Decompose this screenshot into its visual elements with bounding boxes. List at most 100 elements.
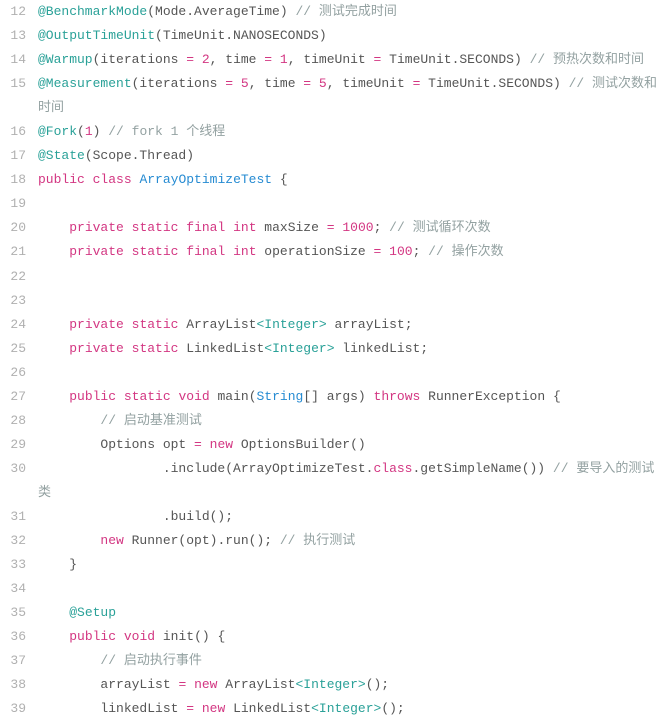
line-number: 24 (0, 313, 34, 337)
code-line: 17@State(Scope.Thread) (0, 144, 670, 168)
code-token (311, 76, 319, 91)
line-number: 35 (0, 601, 34, 625)
code-token: new (194, 677, 217, 692)
code-token: [] args) (303, 389, 373, 404)
code-token (85, 172, 93, 187)
code-content: private static final int operationSize =… (34, 240, 670, 264)
line-number: 28 (0, 409, 34, 433)
code-token: private (69, 317, 124, 332)
code-token: 5 (319, 76, 327, 91)
code-line: 26 (0, 361, 670, 385)
code-token: static (124, 389, 171, 404)
line-number: 39 (0, 697, 34, 721)
code-token: 100 (389, 244, 412, 259)
code-token: ( (77, 124, 85, 139)
code-token (38, 605, 69, 620)
code-token: TimeUnit.SECONDS) (381, 52, 529, 67)
code-token: <Integer> (256, 317, 326, 332)
code-token: new (100, 533, 123, 548)
code-token: ArrayList (178, 317, 256, 332)
code-token: (Mode.AverageTime) (147, 4, 295, 19)
line-number: 29 (0, 433, 34, 457)
code-content: .build(); (34, 505, 670, 529)
code-token: OptionsBuilder() (233, 437, 366, 452)
code-line: 28 // 启动基准测试 (0, 409, 670, 433)
line-number: 17 (0, 144, 34, 168)
code-content: // 启动基准测试 (34, 409, 670, 433)
code-token: 5 (241, 76, 249, 91)
line-number: 23 (0, 289, 34, 313)
code-line: 22 (0, 265, 670, 289)
code-line: 12@BenchmarkMode(Mode.AverageTime) // 测试… (0, 0, 670, 24)
code-token: String (257, 389, 304, 404)
code-token (194, 52, 202, 67)
code-token (124, 317, 132, 332)
code-token (186, 677, 194, 692)
code-token: private (69, 220, 124, 235)
code-token: (); (366, 677, 389, 692)
code-token: arrayList (38, 677, 178, 692)
code-line: 36 public void init() { (0, 625, 670, 649)
code-token: // 执行测试 (280, 533, 355, 548)
code-content: @State(Scope.Thread) (34, 144, 670, 168)
code-token: @BenchmarkMode (38, 4, 147, 19)
code-token (124, 341, 132, 356)
code-token: <Integer> (311, 701, 381, 716)
code-token: = (186, 701, 194, 716)
code-line: 29 Options opt = new OptionsBuilder() (0, 433, 670, 457)
code-token: 1000 (342, 220, 373, 235)
code-token (194, 701, 202, 716)
code-token: LinkedList (225, 701, 311, 716)
code-token: ArrayOptimizeTest (139, 172, 272, 187)
code-line: 16@Fork(1) // fork 1 个线程 (0, 120, 670, 144)
line-number: 19 (0, 192, 34, 216)
code-token (124, 244, 132, 259)
line-number: 34 (0, 577, 34, 601)
code-content: arrayList = new ArrayList<Integer>(); (34, 673, 670, 697)
code-token: , time (249, 76, 304, 91)
line-number: 22 (0, 265, 34, 289)
line-number: 37 (0, 649, 34, 673)
line-number: 26 (0, 361, 34, 385)
code-content: @Setup (34, 601, 670, 625)
code-token (38, 244, 69, 259)
code-content: } (34, 553, 670, 577)
code-token: class (373, 461, 412, 476)
code-token: ; (413, 244, 429, 259)
code-token (225, 244, 233, 259)
code-token: Options opt (38, 437, 194, 452)
code-token: RunnerException { (420, 389, 560, 404)
code-line: 37 // 启动执行事件 (0, 649, 670, 673)
code-token: = (327, 220, 335, 235)
code-token: // 操作次数 (428, 244, 503, 259)
code-token (272, 52, 280, 67)
code-token: , timeUnit (288, 52, 374, 67)
code-content: @Fork(1) // fork 1 个线程 (34, 120, 670, 144)
code-token: .include(ArrayOptimizeTest. (38, 461, 373, 476)
code-content: // 启动执行事件 (34, 649, 670, 673)
code-token: } (38, 557, 77, 572)
code-token: int (233, 244, 256, 259)
code-line: 39 linkedList = new LinkedList<Integer>(… (0, 697, 670, 721)
code-token: @OutputTimeUnit (38, 28, 155, 43)
code-token: public (38, 172, 85, 187)
code-token: ArrayList (217, 677, 295, 692)
code-line: 34 (0, 577, 670, 601)
line-number: 31 (0, 505, 34, 529)
code-content: @Warmup(iterations = 2, time = 1, timeUn… (34, 48, 670, 72)
code-content: public static void main(String[] args) t… (34, 385, 670, 409)
code-token: (); (381, 701, 404, 716)
line-number: 16 (0, 120, 34, 144)
code-token: (iterations (93, 52, 187, 67)
code-content: Options opt = new OptionsBuilder() (34, 433, 670, 457)
line-number: 14 (0, 48, 34, 72)
code-token (38, 220, 69, 235)
code-token: operationSize (257, 244, 374, 259)
code-token: private (69, 341, 124, 356)
code-token (116, 629, 124, 644)
line-number: 12 (0, 0, 34, 24)
code-line: 38 arrayList = new ArrayList<Integer>(); (0, 673, 670, 697)
code-line: 27 public static void main(String[] args… (0, 385, 670, 409)
line-number: 38 (0, 673, 34, 697)
code-token: // fork 1 个线程 (108, 124, 225, 139)
